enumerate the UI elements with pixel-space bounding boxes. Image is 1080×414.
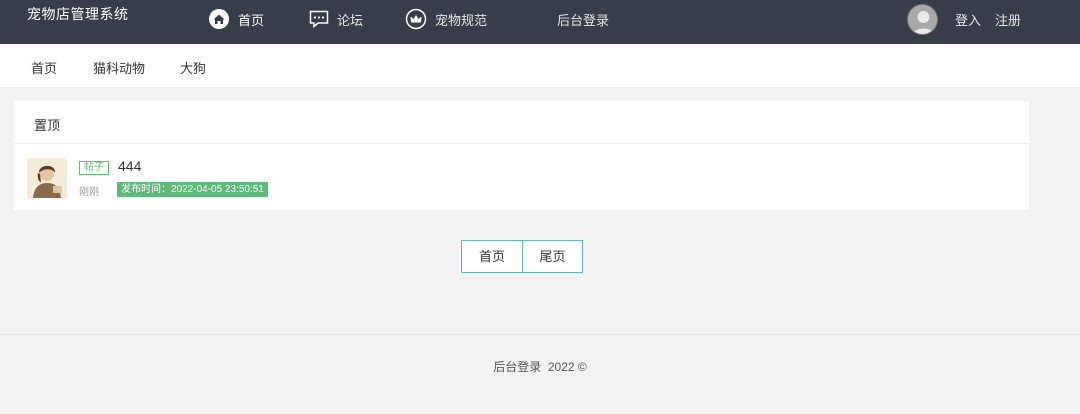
category-felines[interactable]: 猫科动物 bbox=[93, 58, 145, 77]
nav-admin-login-label: 后台登录 bbox=[557, 12, 610, 28]
post-publish-time: 发布时间：2022-04-05 23:50:51 bbox=[117, 182, 268, 197]
user-avatar[interactable] bbox=[907, 4, 938, 35]
first-page-button[interactable]: 首页 bbox=[462, 241, 522, 272]
post-tag: 帖子 bbox=[79, 161, 109, 175]
card-title: 置顶 bbox=[14, 101, 1029, 144]
nav-admin-login[interactable]: 后台登录 bbox=[557, 6, 609, 32]
category-big-dogs[interactable]: 大狗 bbox=[180, 58, 206, 77]
footer: 后台登录 2022 © bbox=[0, 334, 1080, 414]
register-link[interactable]: 注册 bbox=[995, 10, 1021, 29]
top-navbar: 宠物店管理系统 首页 论坛 宠物规范 后台登录 登入 注册 bbox=[0, 0, 1080, 44]
nav-home[interactable]: 首页 bbox=[208, 6, 264, 32]
last-page-button[interactable]: 尾页 bbox=[522, 241, 582, 272]
post-relative-time: 刚刚 bbox=[79, 187, 99, 198]
category-home[interactable]: 首页 bbox=[31, 58, 57, 77]
login-link[interactable]: 登入 bbox=[955, 10, 981, 29]
list-item[interactable]: 帖子 444 刚刚 发布时间：2022-04-05 23:50:51 bbox=[14, 144, 1029, 210]
post-author-avatar[interactable] bbox=[27, 158, 67, 198]
nav-pet-rules-label: 宠物规范 bbox=[435, 12, 488, 28]
category-nav: 首页 猫科动物 大狗 bbox=[0, 44, 1080, 88]
pinned-card: 置顶 帖子 444 刚刚 发布时间：2022-04-05 23:50:51 bbox=[14, 101, 1029, 210]
nav-home-label: 首页 bbox=[238, 12, 265, 28]
footer-text: 后台登录 2022 © bbox=[493, 360, 587, 374]
chat-icon bbox=[309, 10, 329, 28]
post-title[interactable]: 444 bbox=[118, 158, 141, 174]
nav-forum-label: 论坛 bbox=[337, 12, 364, 28]
home-icon bbox=[208, 8, 230, 30]
brand-title: 宠物店管理系统 bbox=[27, 6, 129, 22]
pagination: 首页 尾页 bbox=[461, 240, 583, 273]
nav-pet-rules[interactable]: 宠物规范 bbox=[405, 6, 487, 32]
nav-forum[interactable]: 论坛 bbox=[309, 6, 363, 32]
crown-icon bbox=[405, 8, 427, 30]
